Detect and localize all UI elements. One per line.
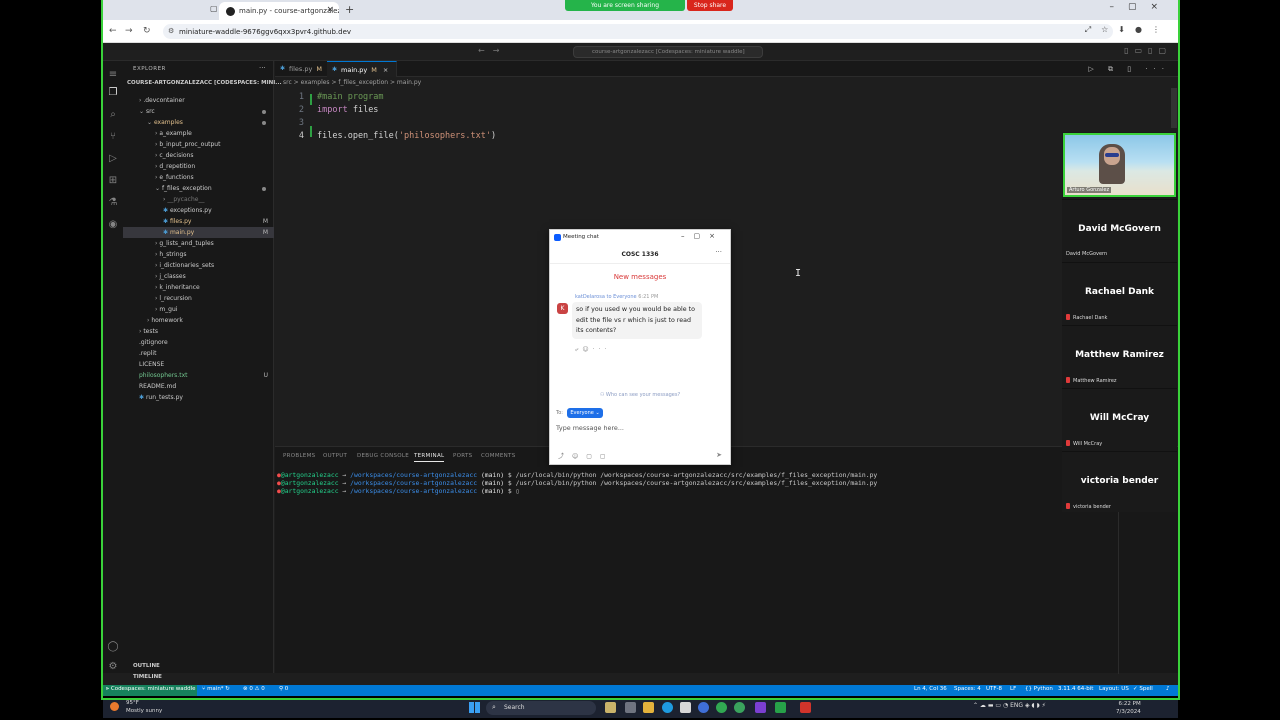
- app-icon-zoom[interactable]: [698, 702, 709, 713]
- app-icon-file-explorer[interactable]: [643, 702, 654, 713]
- app-icon-chrome[interactable]: [716, 702, 727, 713]
- sun-icon: [110, 702, 119, 711]
- screen-share-border: [101, 0, 1180, 700]
- taskbar-search[interactable]: ⌕ Search: [486, 701, 596, 715]
- app-icon-onenote[interactable]: [755, 702, 766, 713]
- app-icon-recorder[interactable]: [800, 702, 811, 713]
- temperature: 95°F: [126, 700, 139, 706]
- windows-start-icon[interactable]: [469, 702, 480, 713]
- app-icon-store[interactable]: [680, 702, 691, 713]
- windows-taskbar: 95°F Mostly sunny ⌕ Search ⌃ ☁ ▬ ▭ ◔ ENG …: [103, 698, 1178, 718]
- language-indicator[interactable]: ENG: [1010, 702, 1023, 709]
- screen: ▢ main.py - course-artgonzalezac... × + …: [0, 0, 1280, 720]
- app-icon-copilot[interactable]: [605, 702, 616, 713]
- search-icon: ⌕: [492, 703, 496, 711]
- weather-text: Mostly sunny: [126, 708, 163, 714]
- clock[interactable]: 6:22 PM 7/3/2024: [1116, 700, 1141, 716]
- app-icon-excel[interactable]: [775, 702, 786, 713]
- app-icon-chrome-2[interactable]: [734, 702, 745, 713]
- app-icon-edge[interactable]: [662, 702, 673, 713]
- app-icon-task-view[interactable]: [625, 702, 636, 713]
- search-label: Search: [504, 704, 525, 711]
- system-tray[interactable]: ⌃ ☁ ▬ ▭ ◔ ENG ◈ ◖ ◗ ⚡: [973, 702, 1046, 709]
